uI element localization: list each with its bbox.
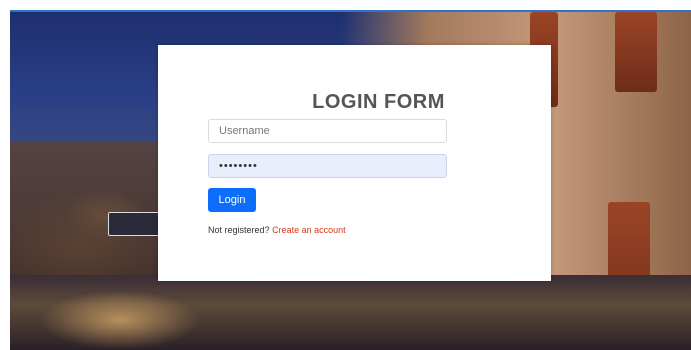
login-button[interactable]: Login: [208, 188, 256, 212]
password-input[interactable]: [208, 154, 447, 178]
username-input[interactable]: [208, 119, 447, 143]
register-prompt-text: Not registered?: [208, 225, 270, 235]
background-shutter: [615, 12, 657, 92]
page-viewport: LOGIN FORM Login Not registered? Create …: [10, 10, 691, 350]
create-account-link[interactable]: Create an account: [272, 225, 346, 235]
background-street-glow: [40, 290, 200, 350]
background-sign: [108, 212, 164, 236]
login-title: LOGIN FORM: [158, 91, 551, 114]
register-prompt: Not registered? Create an account: [208, 225, 346, 235]
login-card: LOGIN FORM Login Not registered? Create …: [158, 45, 551, 281]
login-title-text: LOGIN FORM: [312, 91, 445, 113]
